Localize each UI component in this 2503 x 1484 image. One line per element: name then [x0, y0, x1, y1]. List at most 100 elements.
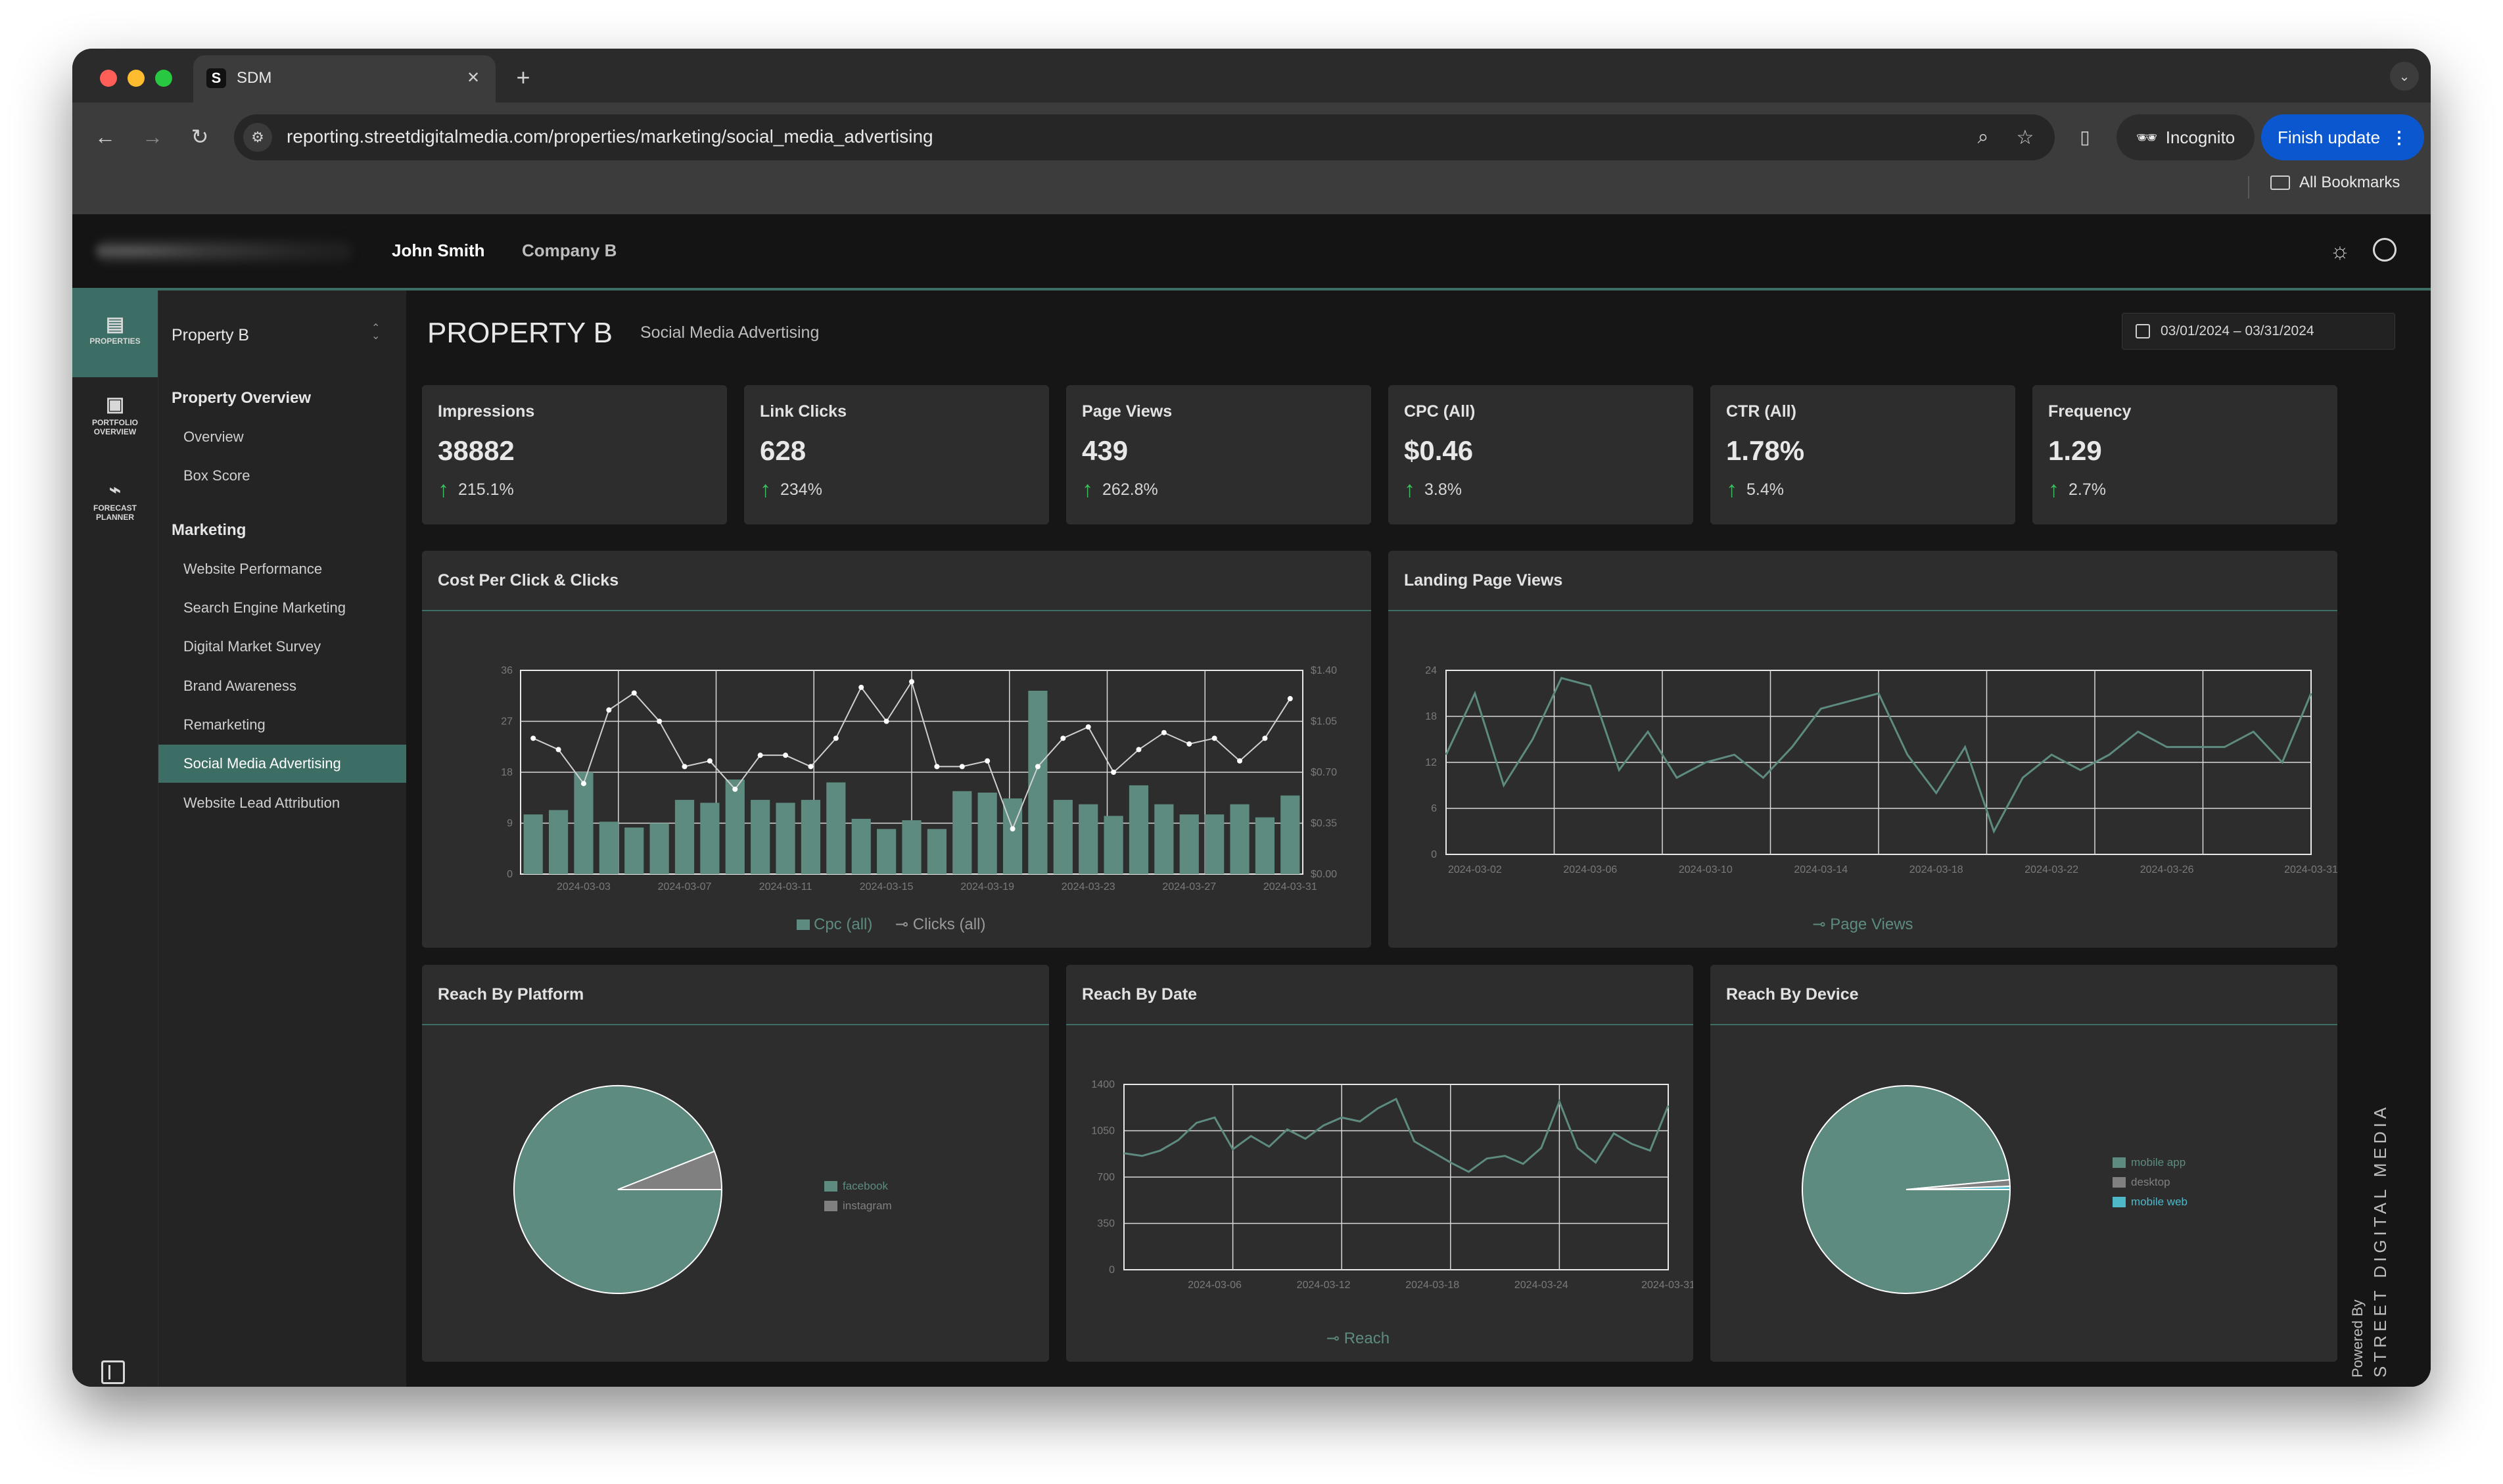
bar-cpc	[649, 823, 669, 874]
new-tab-icon[interactable]: +	[510, 64, 536, 91]
sidebar-section-marketing: Marketing	[172, 521, 246, 539]
theme-toggle-icon[interactable]: ☼	[2326, 237, 2354, 266]
point-clicks	[1287, 696, 1293, 702]
forward-icon[interactable]: →	[138, 122, 167, 151]
x-tick-label: 2024-03-31	[2284, 864, 2337, 875]
header-company[interactable]: Company B	[522, 241, 617, 261]
kpi-delta: ↑ 234%	[760, 477, 822, 503]
side-panel-icon[interactable]: ▯	[2070, 122, 2099, 151]
sidebar-item-search-engine-marketing[interactable]: Search Engine Marketing	[158, 589, 407, 627]
point-clicks	[1237, 758, 1243, 764]
account-icon[interactable]	[2373, 238, 2397, 262]
bar-cpc	[952, 791, 972, 874]
x-tick-label: 2024-03-15	[860, 881, 914, 893]
arrow-up-icon: ↑	[1726, 477, 1737, 502]
chart-icon: ⌁	[108, 479, 122, 501]
rail-item-properties-content: ▤ PROPERTIES	[72, 313, 158, 346]
date-range-picker[interactable]: 03/01/2024 – 03/31/2024	[2122, 313, 2395, 350]
line-reach	[1123, 1098, 1670, 1173]
point-clicks	[1035, 764, 1041, 770]
bookmarks-divider	[2248, 176, 2249, 198]
reach-by-platform-chart: facebook instagram	[513, 1085, 892, 1294]
kpi-label: CPC (All)	[1404, 402, 1476, 421]
sidebar-item-digital-market-survey[interactable]: Digital Market Survey	[158, 628, 407, 666]
point-clicks	[1111, 770, 1117, 775]
sidebar-item-brand-awareness[interactable]: Brand Awareness	[158, 667, 407, 705]
tab-search-icon[interactable]: ⌄	[2390, 62, 2419, 91]
rail-label: FORECAST	[93, 503, 137, 513]
site-info-icon[interactable]: ⚙	[243, 123, 272, 152]
incognito-badge[interactable]: 🕶 Incognito	[2117, 114, 2255, 160]
maximize-window-button[interactable]	[155, 70, 172, 87]
point-clicks	[657, 718, 663, 724]
bar-cpc	[624, 827, 644, 874]
y-tick-label: 0	[1109, 1264, 1115, 1276]
address-bar[interactable]: ⚙ reporting.streetdigitalmedia.com/prope…	[234, 114, 2055, 160]
bar-cpc	[1230, 804, 1250, 874]
point-clicks	[1161, 730, 1167, 735]
y-tick-label: 350	[1097, 1218, 1115, 1230]
y-tick-label: 0	[507, 869, 513, 880]
page-subtitle: Social Media Advertising	[640, 323, 820, 342]
all-bookmarks-button[interactable]: All Bookmarks	[2270, 174, 2400, 192]
rail-label: PLANNER	[95, 513, 134, 522]
kpi-value: 1.78%	[1726, 435, 1805, 466]
kpi-card-ctr: CTR (All) 1.78% ↑ 5.4%	[1710, 385, 2015, 524]
minimize-window-button[interactable]	[128, 70, 145, 87]
y-tick-label: 27	[501, 716, 513, 728]
kpi-delta-value: 215.1%	[458, 480, 514, 499]
kpi-delta: ↑ 262.8%	[1082, 477, 1158, 503]
y-tick-label: 36	[501, 665, 513, 676]
rail-item-portfolio-overview[interactable]: ▣ PORTFOLIO OVERVIEW	[72, 392, 158, 436]
collapse-sidebar-icon[interactable]	[101, 1360, 125, 1384]
url-text[interactable]: reporting.streetdigitalmedia.com/propert…	[287, 126, 933, 147]
point-clicks	[1186, 741, 1192, 747]
sidebar-item-box-score[interactable]: Box Score	[158, 457, 407, 495]
rail-item-forecast-planner[interactable]: ⌁ FORECAST PLANNER	[72, 477, 158, 522]
bar-cpc	[1154, 804, 1174, 874]
kpi-label: Frequency	[2048, 402, 2132, 421]
y-tick-label: 1050	[1091, 1126, 1115, 1137]
select-arrows-icon: ⌃ ⌄	[371, 323, 381, 342]
date-range-value: 03/01/2024 – 03/31/2024	[2161, 323, 2314, 338]
kpi-label: CTR (All)	[1726, 402, 1796, 421]
kpi-card-page-views: Page Views 439 ↑ 262.8%	[1066, 385, 1371, 524]
kpi-delta: ↑ 3.8%	[1404, 477, 1462, 503]
reload-icon[interactable]: ↻	[185, 122, 214, 151]
finish-update-button[interactable]: Finish update ⋮	[2261, 114, 2424, 160]
sidebar-item-social-media-advertising[interactable]: Social Media Advertising	[158, 745, 407, 783]
kpi-delta-value: 234%	[780, 480, 822, 499]
arrow-up-icon: ↑	[1404, 477, 1415, 502]
point-clicks	[757, 753, 763, 758]
arrow-up-icon: ↑	[760, 477, 771, 502]
x-tick-label: 2024-03-23	[1062, 881, 1115, 893]
back-icon[interactable]: ←	[91, 122, 120, 151]
sidebar: Property B ⌃ ⌄ Property Overview Overview…	[158, 290, 407, 1387]
header-user-name[interactable]: John Smith	[392, 241, 485, 261]
zoom-icon[interactable]: ⌕	[1969, 124, 1997, 151]
close-window-button[interactable]	[100, 70, 117, 87]
company-logo[interactable]	[96, 238, 352, 264]
property-select[interactable]: Property B ⌃ ⌄	[158, 310, 407, 358]
sidebar-item-website-lead-attribution[interactable]: Website Lead Attribution	[158, 784, 407, 822]
rail-label: OVERVIEW	[93, 427, 137, 436]
sidebar-item-website-performance[interactable]: Website Performance	[158, 550, 407, 588]
close-tab-icon[interactable]: ✕	[461, 66, 485, 89]
kpi-card-cpc: CPC (All) $0.46 ↑ 3.8%	[1388, 385, 1693, 524]
point-clicks	[530, 735, 536, 741]
kpi-value: 38882	[438, 435, 515, 466]
legend-swatch-cpc	[797, 919, 810, 930]
browser-tab[interactable]: S SDM ✕	[193, 55, 496, 103]
bar-cpc	[801, 800, 821, 874]
x-tick-label: 2024-03-18	[1405, 1280, 1459, 1291]
sidebar-item-remarketing[interactable]: Remarketing	[158, 706, 407, 744]
bar-cpc	[1104, 816, 1123, 874]
bar-cpc	[599, 822, 619, 874]
bookmark-star-icon[interactable]: ☆	[2011, 124, 2039, 151]
y-tick-label: $1.05	[1311, 716, 1337, 728]
rail-label: PROPERTIES	[89, 336, 141, 346]
sidebar-item-overview[interactable]: Overview	[158, 418, 407, 456]
bar-cpc	[927, 829, 947, 874]
x-tick-label: 2024-03-02	[1448, 864, 1502, 875]
kpi-label: Page Views	[1082, 402, 1173, 421]
